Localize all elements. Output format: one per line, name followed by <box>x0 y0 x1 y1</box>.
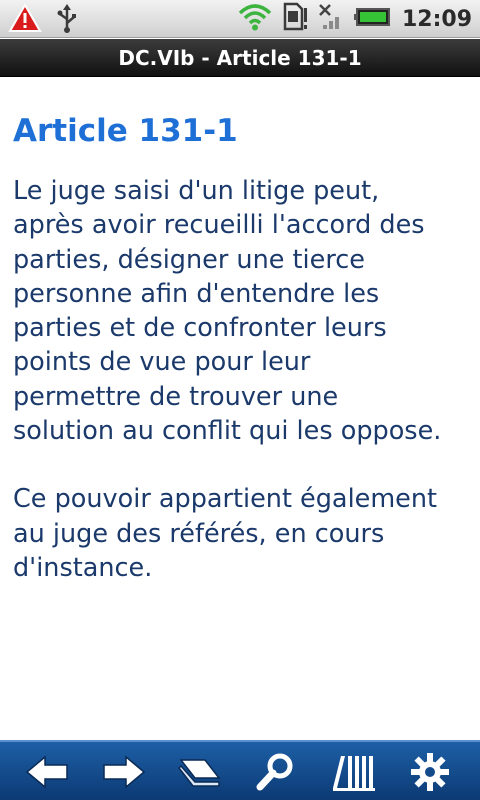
bottom-toolbar <box>0 740 480 800</box>
library-icon <box>333 756 375 791</box>
book-icon <box>178 759 221 787</box>
title-bar: DC.VIb - Article 131-1 <box>0 39 480 77</box>
article-paragraph-1: Le juge saisi d'un litige peut, après av… <box>13 176 442 447</box>
search-button[interactable] <box>248 748 304 796</box>
wifi-icon <box>238 3 272 35</box>
article-heading: Article 131-1 <box>13 113 238 149</box>
article-paragraph-2: Ce pouvoir appartient également au juge … <box>13 484 438 583</box>
battery-icon <box>353 6 392 32</box>
library-button[interactable] <box>324 748 380 796</box>
warning-icon <box>8 2 42 37</box>
forward-arrow-icon <box>103 755 146 789</box>
usb-icon <box>56 3 78 37</box>
forward-button[interactable] <box>96 748 152 796</box>
article-content: Article 131-1 Le juge saisi d'un litige … <box>13 112 473 585</box>
status-bar: 12:09 <box>0 0 480 38</box>
no-signal-icon <box>318 2 344 36</box>
book-button[interactable] <box>172 748 228 796</box>
back-arrow-icon <box>25 755 68 789</box>
settings-gear-icon <box>411 753 449 791</box>
clock: 12:09 <box>401 6 472 32</box>
sd-card-icon <box>282 2 308 36</box>
search-icon <box>256 753 293 791</box>
settings-button[interactable] <box>402 748 458 796</box>
back-button[interactable] <box>19 748 75 796</box>
window-title: DC.VIb - Article 131-1 <box>118 45 362 70</box>
